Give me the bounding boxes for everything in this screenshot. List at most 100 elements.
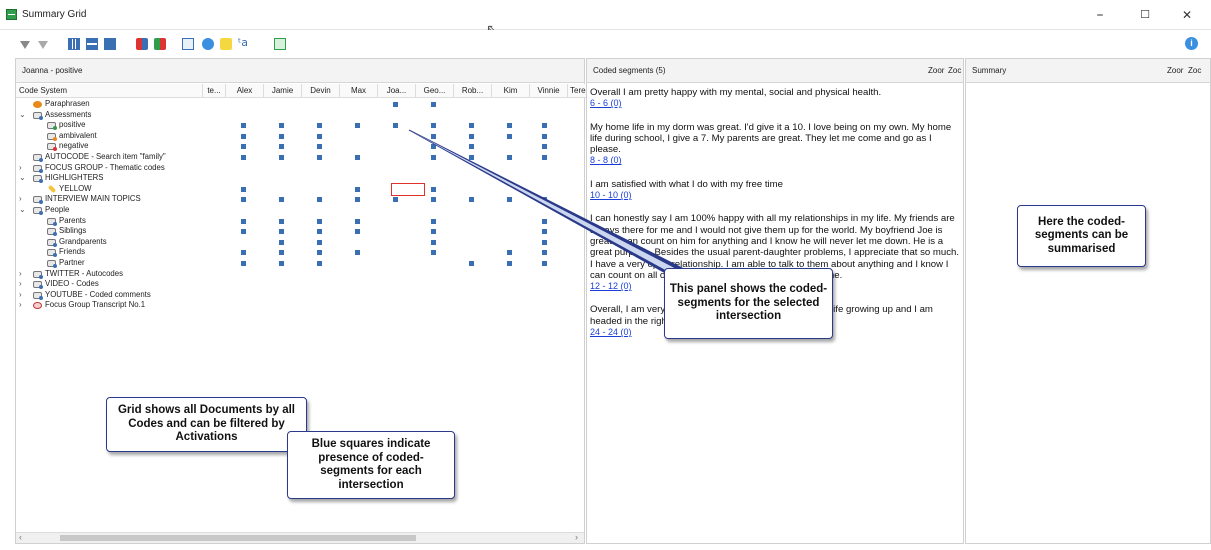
coded-segment-square[interactable] [317, 218, 322, 224]
coded-segment-square[interactable] [241, 250, 246, 256]
close-button[interactable]: ✕ [1172, 6, 1202, 24]
coded-segment-square[interactable] [542, 133, 547, 139]
coded-segment-square[interactable] [279, 229, 284, 235]
coded-segment-square[interactable] [355, 250, 360, 256]
coded-segment-square[interactable] [542, 154, 547, 160]
coded-segment-square[interactable] [317, 250, 322, 256]
spreadsheet-icon[interactable] [274, 38, 286, 50]
summary-panel[interactable]: Summary Zoor Zoc [965, 58, 1211, 544]
tree-row[interactable]: YELLOW [16, 184, 586, 195]
grid-view-icon[interactable] [104, 38, 116, 50]
tree-row[interactable]: › INTERVIEW MAIN TOPICS [16, 194, 586, 205]
chevron-down-icon[interactable]: ⌄ [19, 110, 26, 121]
coded-segment-square[interactable] [279, 260, 284, 266]
zoom-in-button[interactable]: Zoc [1188, 59, 1201, 83]
coded-segment-square[interactable] [279, 154, 284, 160]
coded-segment-square[interactable] [469, 197, 474, 203]
chevron-down-icon[interactable]: ⌄ [19, 173, 26, 184]
coded-segment-square[interactable] [431, 144, 436, 150]
tree-row[interactable]: ambivalent [16, 131, 586, 142]
coded-segment-square[interactable] [355, 229, 360, 235]
coded-segment-square[interactable] [317, 154, 322, 160]
doc-column-header[interactable]: Max [339, 84, 377, 98]
chevron-right-icon[interactable]: › [19, 194, 22, 205]
segment-link[interactable]: 8 - 8 (0) [590, 155, 960, 166]
coded-segment-square[interactable] [241, 197, 246, 203]
scroll-left-arrow-icon[interactable]: ‹ [19, 532, 22, 542]
coded-segment-square[interactable] [431, 218, 436, 224]
coded-segment-square[interactable] [241, 229, 246, 235]
tree-row[interactable]: Paraphrasen [16, 99, 586, 110]
tree-row[interactable]: Partner [16, 258, 586, 269]
tree-row[interactable]: › YOUTUBE - Coded comments [16, 290, 586, 301]
coded-segment-square[interactable] [355, 197, 360, 203]
zoom-out-button[interactable]: Zoor [1167, 59, 1183, 83]
coded-segment-square[interactable] [431, 102, 436, 107]
coded-segment-square[interactable] [431, 186, 436, 192]
tree-row[interactable]: › TWITTER - Autocodes [16, 269, 586, 280]
text-format-icon[interactable]: ᵗa [238, 36, 254, 49]
coded-segment-square[interactable] [542, 229, 547, 235]
coded-segment-square[interactable] [542, 260, 547, 266]
note-icon[interactable] [220, 38, 232, 50]
code-settings-icon[interactable] [154, 38, 166, 50]
chevron-right-icon[interactable]: › [19, 300, 22, 311]
coded-segment-square[interactable] [431, 154, 436, 160]
coded-segment-square[interactable] [542, 250, 547, 256]
memo-icon[interactable] [202, 38, 214, 50]
tree-row[interactable]: Friends [16, 247, 586, 258]
coded-segment-square[interactable] [507, 197, 512, 203]
chevron-right-icon[interactable]: › [19, 290, 22, 301]
coded-segment-square[interactable] [279, 197, 284, 203]
tree-row[interactable]: › Focus Group Transcript No.1 [16, 300, 586, 311]
coded-segment-square[interactable] [355, 154, 360, 160]
coded-segment-square[interactable] [542, 197, 547, 203]
export-icon[interactable] [182, 38, 194, 50]
coded-segment-square[interactable] [279, 123, 284, 129]
doc-column-header[interactable]: Kim [491, 84, 529, 98]
coded-segment-square[interactable] [469, 144, 474, 150]
coded-segment-square[interactable] [469, 154, 474, 160]
scroll-right-arrow-icon[interactable]: › [575, 532, 578, 542]
coded-segment-square[interactable] [279, 239, 284, 245]
tree-row[interactable]: ⌄ HIGHLIGHTERS [16, 173, 586, 184]
coded-segment-square[interactable] [507, 133, 512, 139]
coded-segment-square[interactable] [355, 186, 360, 192]
info-icon[interactable]: i [1185, 37, 1198, 50]
tree-row[interactable]: ⌄ People [16, 205, 586, 216]
coded-segment-square[interactable] [317, 229, 322, 235]
filter-off-icon[interactable] [38, 41, 48, 49]
doc-column-header[interactable]: Jamie [263, 84, 301, 98]
coded-segment-square[interactable] [393, 123, 398, 129]
coded-segment-square[interactable] [241, 186, 246, 192]
chevron-down-icon[interactable]: ⌄ [19, 205, 26, 216]
tree-row[interactable]: › FOCUS GROUP - Thematic codes [16, 163, 586, 174]
zoom-out-button[interactable]: Zoor [928, 59, 944, 83]
doc-column-header[interactable]: Joa... [377, 84, 415, 98]
tree-row[interactable]: Grandparents [16, 237, 586, 248]
coded-segment-square[interactable] [317, 197, 322, 203]
maximize-button[interactable]: ☐ [1130, 6, 1160, 24]
coded-segment-square[interactable] [507, 260, 512, 266]
segment-link[interactable]: 10 - 10 (0) [590, 190, 960, 201]
chevron-right-icon[interactable]: › [19, 163, 22, 174]
coded-segment-square[interactable] [469, 123, 474, 129]
coded-segment-square[interactable] [393, 102, 398, 107]
coded-segment-square[interactable] [431, 239, 436, 245]
coded-segment-square[interactable] [241, 123, 246, 129]
doc-column-header[interactable]: Geo... [415, 84, 453, 98]
coded-segment-square[interactable] [241, 144, 246, 150]
zoom-in-button[interactable]: Zoc [948, 59, 961, 83]
tree-row[interactable]: ⌄ Assessments [16, 110, 586, 121]
coded-segment-square[interactable] [317, 123, 322, 129]
coded-segment-square[interactable] [241, 133, 246, 139]
filter-icon[interactable] [20, 41, 30, 49]
coded-segment-square[interactable] [542, 239, 547, 245]
tree-row[interactable]: negative [16, 141, 586, 152]
coded-segment-square[interactable] [279, 218, 284, 224]
scrollbar-thumb[interactable] [60, 535, 416, 541]
horizontal-scrollbar[interactable]: ‹ › [16, 532, 584, 543]
doc-column-header[interactable]: Rob... [453, 84, 491, 98]
coded-segment-square[interactable] [431, 229, 436, 235]
coded-segment-square[interactable] [507, 154, 512, 160]
